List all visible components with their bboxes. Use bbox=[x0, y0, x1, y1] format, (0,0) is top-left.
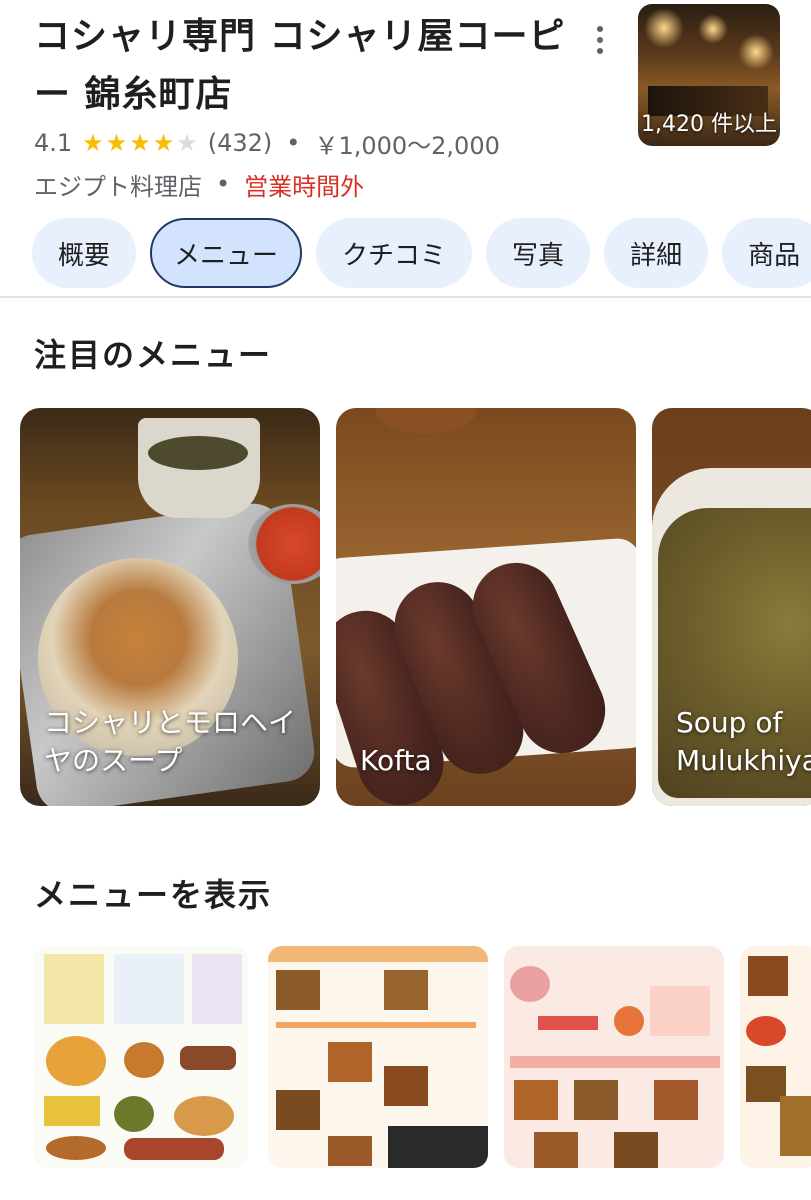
star-empty-icon: ★ bbox=[176, 129, 198, 157]
more-options-button[interactable] bbox=[584, 20, 616, 60]
divider bbox=[0, 296, 811, 298]
star-icon: ★ bbox=[129, 129, 151, 157]
separator-dot: • bbox=[216, 170, 231, 198]
star-icon: ★ bbox=[152, 129, 175, 157]
place-title: コシャリ専門 コシャリ屋コーピー 錦糸町店 bbox=[34, 16, 566, 115]
tab-menu[interactable]: メニュー bbox=[150, 218, 303, 288]
featured-menu-heading: 注目のメニュー bbox=[34, 336, 273, 374]
star-icon: ★ bbox=[82, 129, 104, 157]
rating-value: 4.1 bbox=[34, 129, 73, 157]
photo-count: 1,420 件以上 bbox=[641, 112, 777, 137]
review-count[interactable]: (432) bbox=[208, 129, 273, 157]
tab-bar: 概要 メニュー クチコミ 写真 詳細 商品 bbox=[32, 218, 811, 288]
menu-photo[interactable] bbox=[504, 946, 724, 1168]
menu-photo[interactable] bbox=[740, 946, 811, 1168]
featured-item-label: コシャリとモロヘイヤのスープ bbox=[44, 706, 297, 777]
featured-item-card[interactable]: Kofta bbox=[336, 408, 636, 806]
featured-item-label: Soup of Mulukhiya bbox=[676, 706, 811, 777]
place-photo-thumbnail[interactable]: 1,420 件以上 bbox=[638, 4, 780, 146]
open-status: 営業時間外 bbox=[244, 172, 365, 201]
tab-photos[interactable]: 写真 bbox=[486, 218, 591, 288]
tab-overview[interactable]: 概要 bbox=[32, 218, 137, 288]
menu-photo[interactable] bbox=[268, 946, 488, 1168]
category-row: エジプト料理店 • 営業時間外 bbox=[34, 164, 364, 204]
star-rating: ★ ★ ★ ★ ★ bbox=[82, 129, 200, 157]
featured-item-card[interactable]: コシャリとモロヘイヤのスープ bbox=[20, 408, 320, 806]
featured-item-label: Kofta bbox=[360, 744, 432, 777]
tab-details[interactable]: 詳細 bbox=[604, 218, 709, 288]
separator-dot: • bbox=[286, 129, 301, 157]
featured-item-card[interactable]: Soup of Mulukhiya bbox=[652, 408, 811, 806]
star-icon: ★ bbox=[105, 129, 128, 157]
category: エジプト料理店 bbox=[34, 172, 202, 201]
tab-products[interactable]: 商品 bbox=[722, 218, 811, 288]
rating-row: 4.1 ★ ★ ★ ★ ★ (432) • ￥1,000〜2,000 bbox=[34, 124, 500, 162]
more-vert-icon bbox=[597, 26, 603, 32]
tab-reviews[interactable]: クチコミ bbox=[316, 218, 473, 288]
menu-photos-heading: メニューを表示 bbox=[34, 876, 273, 914]
price-range: ￥1,000〜2,000 bbox=[314, 131, 500, 160]
menu-photo[interactable] bbox=[34, 946, 248, 1168]
